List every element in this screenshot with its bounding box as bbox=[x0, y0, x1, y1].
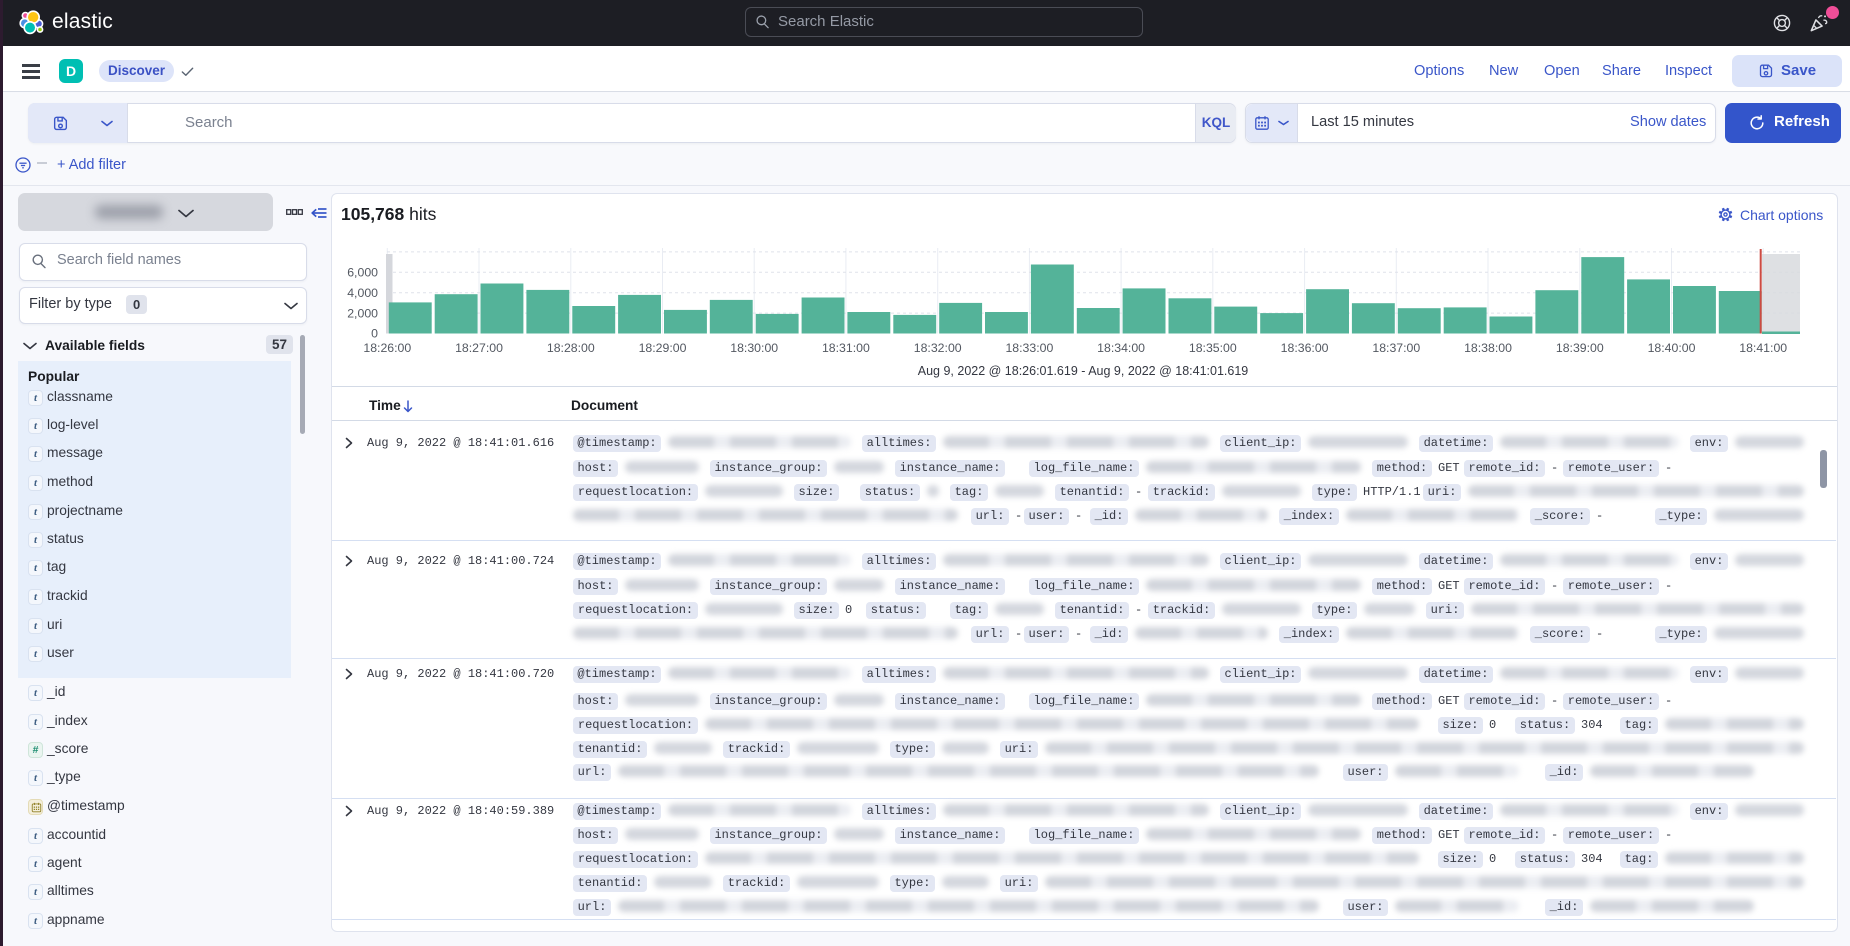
svg-text:18:31:00: 18:31:00 bbox=[822, 341, 870, 355]
svg-text:18:37:00: 18:37:00 bbox=[1372, 341, 1420, 355]
svg-text:18:41:00: 18:41:00 bbox=[1739, 341, 1787, 355]
svg-text:18:33:00: 18:33:00 bbox=[1005, 341, 1053, 355]
svg-text:18:30:00: 18:30:00 bbox=[730, 341, 778, 355]
svg-text:18:35:00: 18:35:00 bbox=[1189, 341, 1237, 355]
svg-text:18:34:00: 18:34:00 bbox=[1097, 341, 1145, 355]
svg-text:18:38:00: 18:38:00 bbox=[1464, 341, 1512, 355]
svg-text:18:27:00: 18:27:00 bbox=[455, 341, 503, 355]
svg-text:18:40:00: 18:40:00 bbox=[1648, 341, 1696, 355]
svg-text:18:28:00: 18:28:00 bbox=[547, 341, 595, 355]
svg-text:18:36:00: 18:36:00 bbox=[1281, 341, 1329, 355]
svg-text:18:39:00: 18:39:00 bbox=[1556, 341, 1604, 355]
svg-text:18:29:00: 18:29:00 bbox=[639, 341, 687, 355]
svg-text:18:26:00: 18:26:00 bbox=[363, 341, 411, 355]
svg-text:0: 0 bbox=[371, 327, 378, 341]
svg-text:2,000: 2,000 bbox=[347, 306, 378, 320]
svg-text:6,000: 6,000 bbox=[347, 266, 378, 280]
svg-text:18:32:00: 18:32:00 bbox=[914, 341, 962, 355]
svg-text:4,000: 4,000 bbox=[347, 286, 378, 300]
